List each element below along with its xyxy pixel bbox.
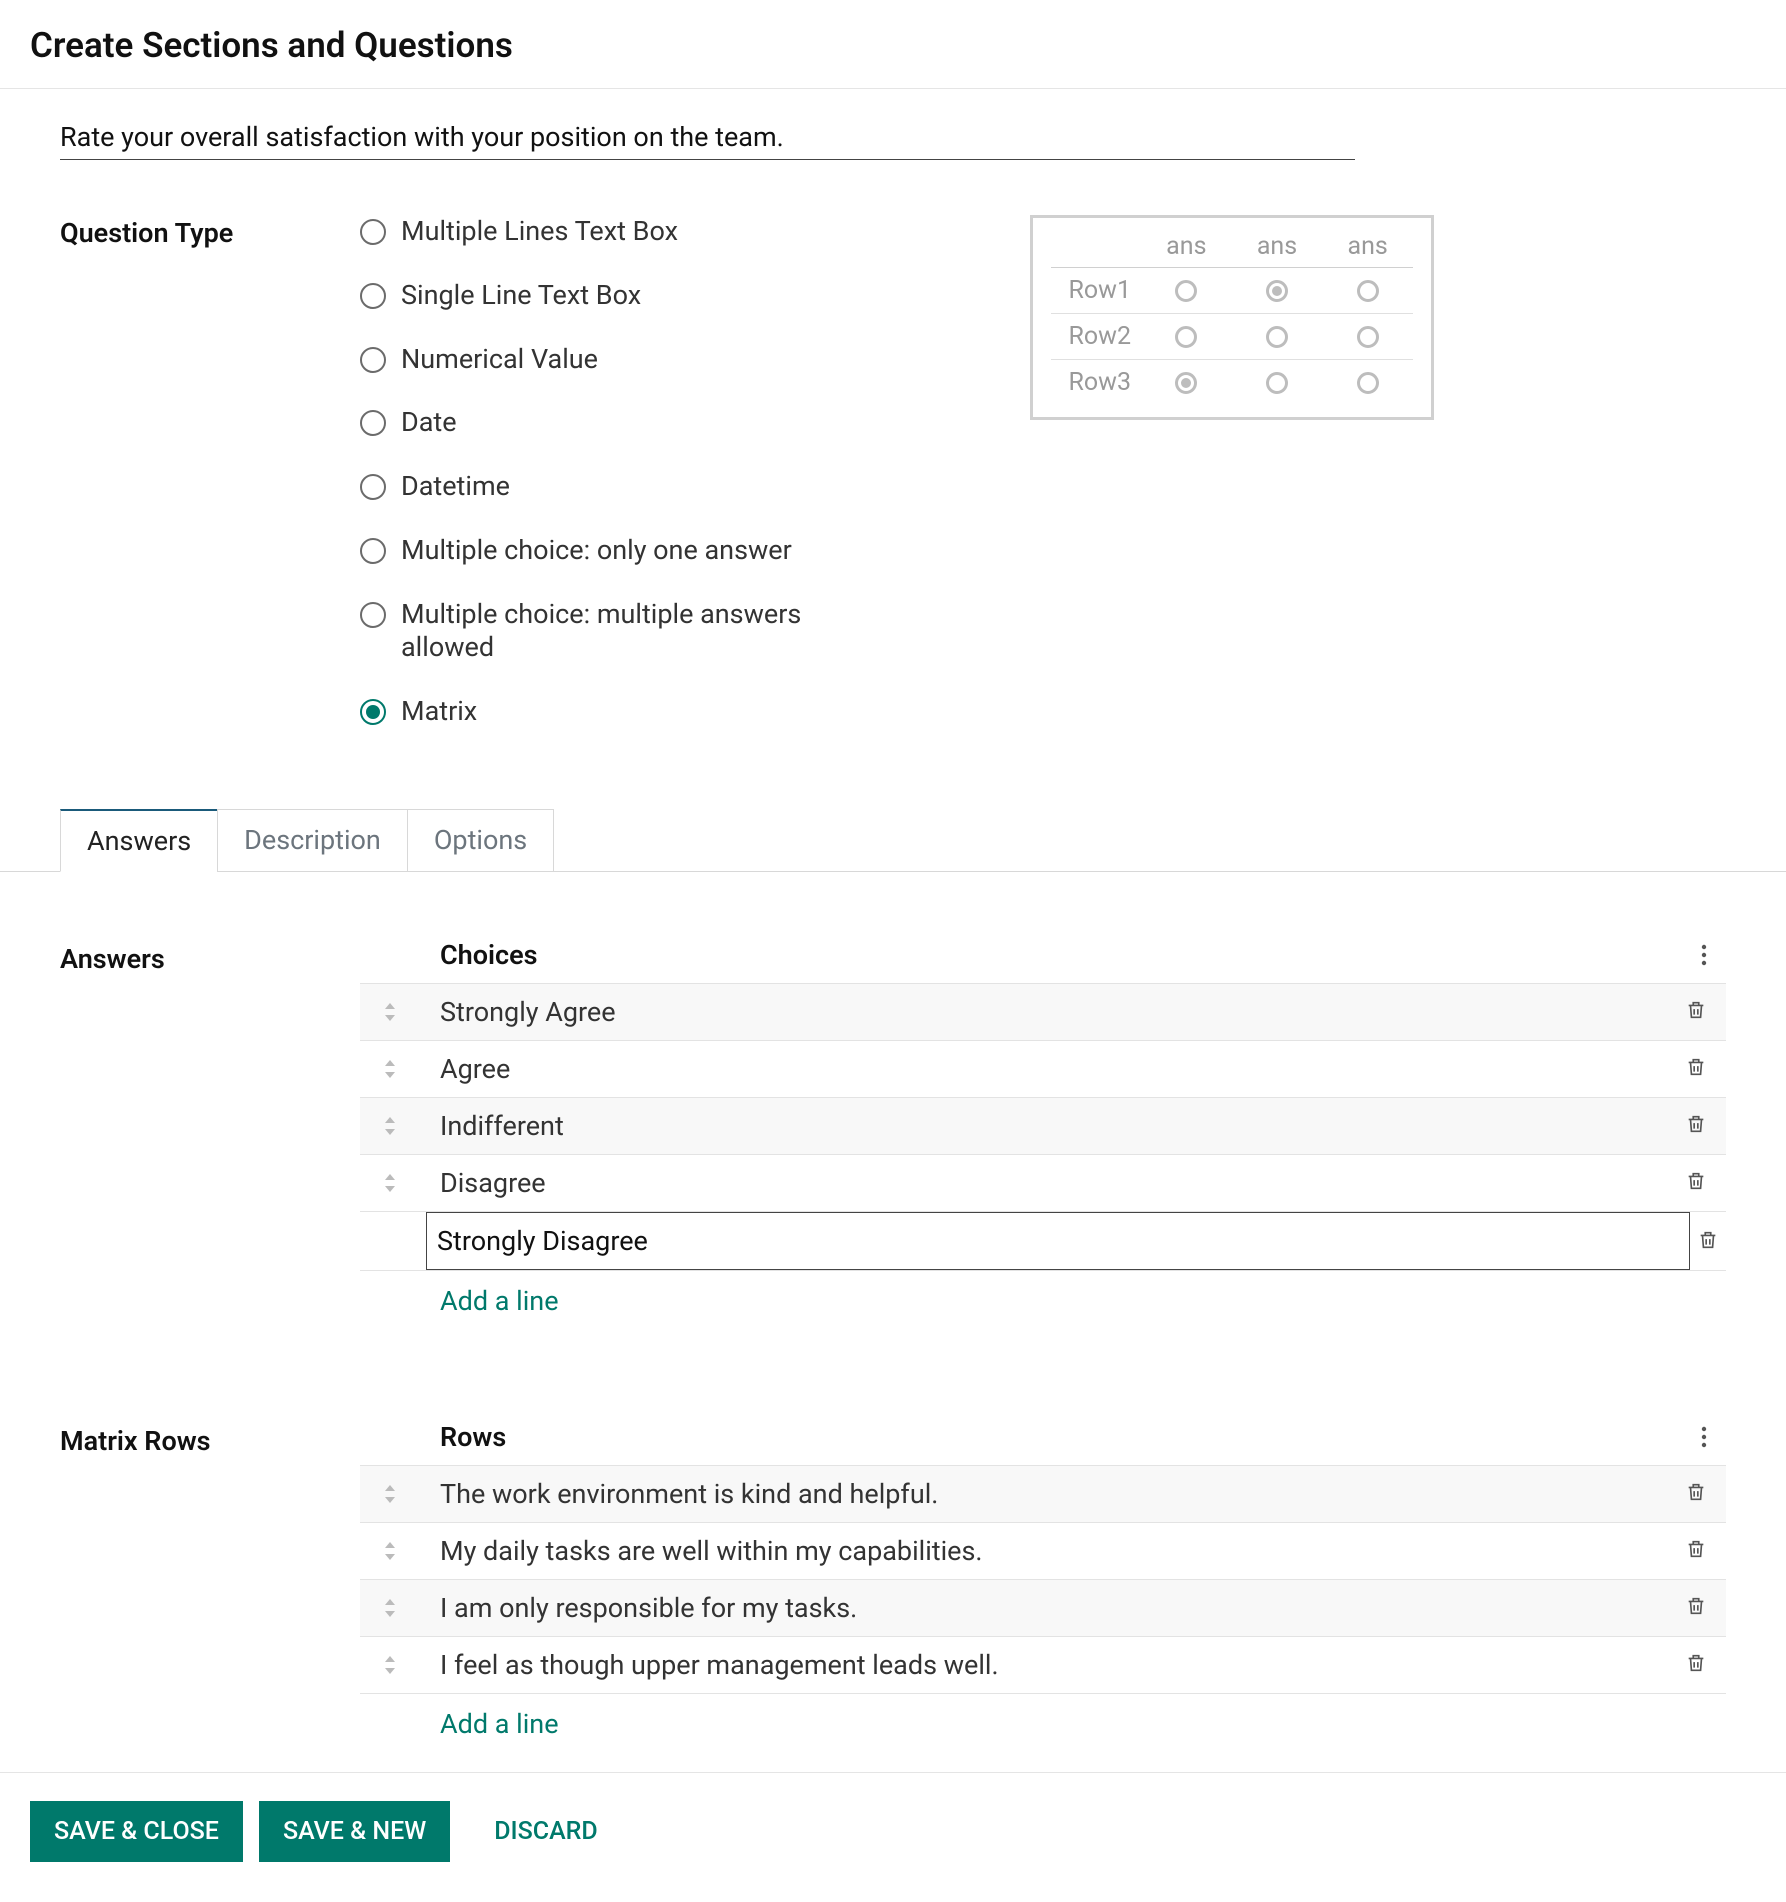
- radio-icon[interactable]: [360, 410, 386, 436]
- add-row-link[interactable]: Add a line: [440, 1708, 559, 1740]
- list-item-label: The work environment is kind and helpful…: [406, 1478, 1678, 1510]
- add-choice-link[interactable]: Add a line: [440, 1285, 559, 1317]
- list-item[interactable]: I am only responsible for my tasks.: [360, 1579, 1726, 1636]
- sort-handle-icon[interactable]: [374, 1483, 406, 1505]
- preview-radio-icon: [1175, 326, 1197, 348]
- radio-icon[interactable]: [360, 219, 386, 245]
- delete-row-icon[interactable]: [1678, 1110, 1714, 1142]
- list-item-label: My daily tasks are well within my capabi…: [406, 1535, 1678, 1567]
- delete-row-icon[interactable]: [1678, 1592, 1714, 1624]
- question-type-option[interactable]: Multiple choice: only one answer: [360, 534, 1000, 568]
- tab-answers[interactable]: Answers: [60, 809, 218, 872]
- preview-radio-icon: [1175, 280, 1197, 302]
- sort-handle-icon[interactable]: [374, 1654, 406, 1676]
- question-type-radiogroup: Multiple Lines Text Box Single Line Text …: [360, 215, 1000, 759]
- choices-menu-icon[interactable]: [1692, 941, 1716, 973]
- radio-icon[interactable]: [360, 602, 386, 628]
- preview-radio-icon: [1175, 372, 1197, 394]
- question-text-input[interactable]: [60, 119, 1355, 160]
- radio-icon[interactable]: [360, 283, 386, 309]
- radio-label: Multiple Lines Text Box: [401, 215, 678, 249]
- list-item[interactable]: Disagree: [360, 1154, 1726, 1211]
- preview-row-label: Row3: [1051, 360, 1141, 406]
- page-title: Create Sections and Questions: [0, 0, 1786, 88]
- sort-handle-icon[interactable]: [374, 1540, 406, 1562]
- preview-radio-icon: [1357, 326, 1379, 348]
- preview-radio-icon: [1357, 280, 1379, 302]
- delete-row-icon[interactable]: [1690, 1212, 1726, 1270]
- list-item[interactable]: Agree: [360, 1040, 1726, 1097]
- delete-row-icon[interactable]: [1678, 1535, 1714, 1567]
- list-item[interactable]: The work environment is kind and helpful…: [360, 1465, 1726, 1522]
- list-item-label: Agree: [406, 1053, 1678, 1085]
- radio-label: Matrix: [401, 695, 477, 729]
- list-item[interactable]: Indifferent: [360, 1097, 1726, 1154]
- tab-bar: AnswersDescriptionOptions: [0, 809, 1786, 872]
- choice-editing-row: [360, 1211, 1726, 1270]
- sort-handle-icon[interactable]: [374, 1172, 406, 1194]
- choice-edit-input[interactable]: [426, 1212, 1690, 1270]
- matrix-rows-section-label: Matrix Rows: [60, 1409, 360, 1754]
- delete-row-icon[interactable]: [1678, 996, 1714, 1028]
- radio-label: Datetime: [401, 470, 510, 504]
- sort-handle-icon[interactable]: [374, 1115, 406, 1137]
- preview-col-header: ans: [1322, 232, 1413, 268]
- list-item-label: I feel as though upper management leads …: [406, 1649, 1678, 1681]
- preview-col-header: ans: [1232, 232, 1323, 268]
- preview-row-label: Row2: [1051, 314, 1141, 360]
- radio-icon[interactable]: [360, 347, 386, 373]
- radio-label: Single Line Text Box: [401, 279, 641, 313]
- preview-row-label: Row1: [1051, 268, 1141, 314]
- list-item-label: Strongly Agree: [406, 996, 1678, 1028]
- radio-icon[interactable]: [360, 699, 386, 725]
- radio-label: Date: [401, 406, 457, 440]
- question-type-option[interactable]: Multiple choice: multiple answers allowe…: [360, 598, 1000, 666]
- sort-handle-icon[interactable]: [374, 1001, 406, 1023]
- discard-button[interactable]: DISCARD: [476, 1801, 616, 1862]
- radio-label: Multiple choice: only one answer: [401, 534, 792, 568]
- save-new-button[interactable]: SAVE & NEW: [259, 1801, 450, 1862]
- preview-radio-icon: [1357, 372, 1379, 394]
- delete-row-icon[interactable]: [1678, 1478, 1714, 1510]
- matrix-preview: ansansansRow1Row2Row3: [1030, 215, 1434, 420]
- question-type-option[interactable]: Numerical Value: [360, 343, 1000, 377]
- list-item[interactable]: My daily tasks are well within my capabi…: [360, 1522, 1726, 1579]
- question-type-label: Question Type: [60, 215, 360, 759]
- answers-section-label: Answers: [60, 927, 360, 1331]
- rows-header: Rows: [440, 1421, 506, 1453]
- question-type-option[interactable]: Datetime: [360, 470, 1000, 504]
- radio-icon[interactable]: [360, 538, 386, 564]
- preview-radio-icon: [1266, 372, 1288, 394]
- preview-radio-icon: [1266, 326, 1288, 348]
- sort-handle-icon[interactable]: [374, 1597, 406, 1619]
- delete-row-icon[interactable]: [1678, 1649, 1714, 1681]
- preview-radio-icon: [1266, 280, 1288, 302]
- tab-description[interactable]: Description: [217, 809, 408, 872]
- list-item[interactable]: Strongly Agree: [360, 983, 1726, 1040]
- list-item[interactable]: I feel as though upper management leads …: [360, 1636, 1726, 1693]
- radio-label: Numerical Value: [401, 343, 598, 377]
- list-item-label: Indifferent: [406, 1110, 1678, 1142]
- delete-row-icon[interactable]: [1678, 1167, 1714, 1199]
- tab-options[interactable]: Options: [407, 809, 554, 872]
- radio-label: Multiple choice: multiple answers allowe…: [401, 598, 821, 666]
- list-item-label: I am only responsible for my tasks.: [406, 1592, 1678, 1624]
- list-item-label: Disagree: [406, 1167, 1678, 1199]
- choices-header: Choices: [440, 939, 538, 971]
- delete-row-icon[interactable]: [1678, 1053, 1714, 1085]
- rows-menu-icon[interactable]: [1692, 1423, 1716, 1455]
- question-type-option[interactable]: Date: [360, 406, 1000, 440]
- question-type-option[interactable]: Single Line Text Box: [360, 279, 1000, 313]
- question-type-option[interactable]: Multiple Lines Text Box: [360, 215, 1000, 249]
- sort-handle-icon[interactable]: [374, 1058, 406, 1080]
- radio-icon[interactable]: [360, 474, 386, 500]
- save-close-button[interactable]: SAVE & CLOSE: [30, 1801, 243, 1862]
- question-type-option[interactable]: Matrix: [360, 695, 1000, 729]
- preview-col-header: ans: [1141, 232, 1232, 268]
